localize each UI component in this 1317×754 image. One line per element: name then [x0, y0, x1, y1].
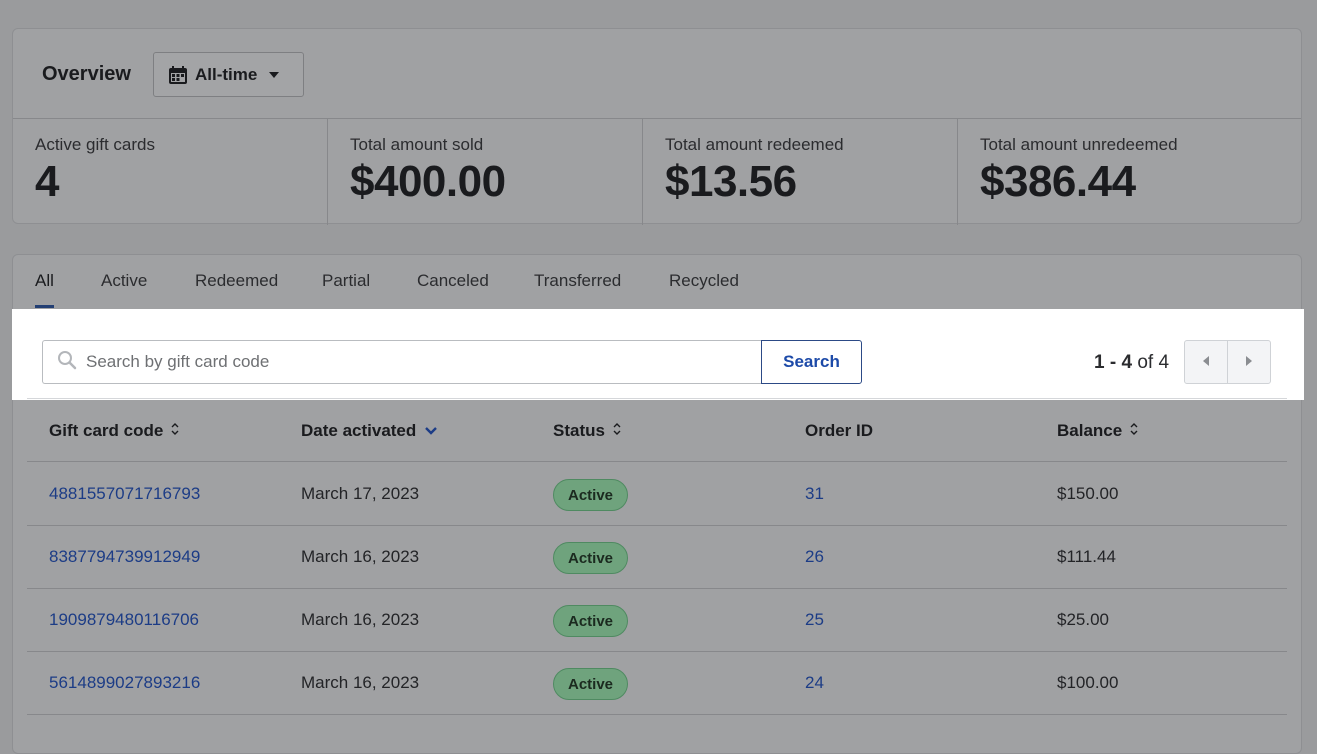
column-order-id: Order ID — [805, 421, 873, 441]
stat-label: Total amount sold — [350, 135, 484, 154]
balance: $100.00 — [1057, 673, 1119, 692]
stat-total-unredeemed: Total amount unredeemed $386.44 — [958, 119, 1273, 225]
overview-title: Overview — [42, 63, 131, 85]
column-label: Balance — [1057, 421, 1123, 440]
table-row: 8387794739912949 March 16, 2023 Active 2… — [27, 526, 1287, 589]
next-page-button[interactable] — [1227, 340, 1271, 384]
overview-card: Overview All-time Active gift cards 4 To… — [12, 28, 1302, 225]
stats-row: Active gift cards 4 Total amount sold $4… — [13, 119, 1301, 225]
tab-active[interactable]: Active — [101, 271, 147, 305]
gift-card-code-link[interactable]: 4881557071716793 — [49, 484, 200, 504]
tab-transferred[interactable]: Transferred — [534, 271, 621, 305]
balance: $25.00 — [1057, 610, 1109, 629]
stat-active-gift-cards: Active gift cards 4 — [13, 119, 328, 225]
tab-recycled[interactable]: Recycled — [669, 271, 739, 305]
gift-card-code-link[interactable]: 1909879480116706 — [49, 610, 199, 630]
previous-page-button[interactable] — [1184, 340, 1228, 384]
tab-canceled[interactable]: Canceled — [417, 271, 489, 305]
date-range-dropdown[interactable]: All-time — [153, 52, 304, 97]
table-row: 4881557071716793 March 17, 2023 Active 3… — [27, 463, 1287, 526]
stat-label: Total amount redeemed — [665, 135, 844, 154]
gift-card-code-link[interactable]: 5614899027893216 — [49, 673, 200, 693]
pagination-total: 4 — [1158, 352, 1170, 373]
divider — [27, 398, 1287, 399]
date-activated: March 16, 2023 — [301, 673, 420, 692]
chevron-right-icon — [1245, 353, 1253, 371]
sort-icon — [613, 421, 621, 441]
sort-icon — [171, 421, 179, 441]
search-field[interactable] — [42, 340, 762, 384]
chevron-down-icon — [424, 421, 438, 441]
date-activated: March 16, 2023 — [301, 547, 420, 566]
column-date-activated[interactable]: Date activated — [301, 421, 438, 441]
date-range-label: All-time — [195, 64, 258, 84]
search-button[interactable]: Search — [761, 340, 862, 384]
chevron-left-icon — [1202, 353, 1210, 371]
date-activated: March 17, 2023 — [301, 484, 420, 503]
order-id-link[interactable]: 24 — [805, 673, 824, 693]
search-icon — [57, 350, 77, 375]
order-id-link[interactable]: 26 — [805, 547, 824, 567]
stat-value: $400.00 — [350, 157, 506, 206]
stat-value: $386.44 — [980, 157, 1136, 206]
column-balance[interactable]: Balance — [1057, 421, 1138, 441]
status-badge: Active — [553, 605, 628, 637]
table-header: Gift card code Date activated Status Ord… — [27, 400, 1287, 462]
column-label: Order ID — [805, 421, 874, 440]
status-badge: Active — [553, 479, 628, 511]
pagination-range: 1 - 4 — [1094, 352, 1133, 373]
sort-icon — [1130, 421, 1138, 441]
column-label: Status — [553, 421, 605, 440]
gift-card-code-link[interactable]: 8387794739912949 — [49, 547, 200, 567]
calendar-icon — [168, 65, 188, 85]
search-input[interactable] — [86, 352, 726, 372]
order-id-link[interactable]: 31 — [805, 484, 824, 504]
tab-all[interactable]: All — [35, 271, 54, 308]
column-label: Date activated — [301, 421, 417, 440]
search-toolbar: Search 1 - 4 of 4 — [12, 309, 1304, 400]
caret-down-icon — [268, 71, 280, 79]
order-id-link[interactable]: 25 — [805, 610, 824, 630]
table-row: 5614899027893216 March 16, 2023 Active 2… — [27, 652, 1287, 715]
overview-header: Overview All-time — [13, 29, 1301, 119]
status-badge: Active — [553, 542, 628, 574]
pagination-of: of — [1137, 352, 1154, 373]
stat-label: Total amount unredeemed — [980, 135, 1178, 154]
status-badge: Active — [553, 668, 628, 700]
stat-value: 4 — [35, 157, 59, 206]
stat-label: Active gift cards — [35, 135, 155, 154]
table-row: 1909879480116706 March 16, 2023 Active 2… — [27, 589, 1287, 652]
balance: $150.00 — [1057, 484, 1119, 503]
status-tabs: All Active Redeemed Partial Canceled Tra… — [13, 255, 1301, 309]
tab-partial[interactable]: Partial — [322, 271, 370, 305]
balance: $111.44 — [1057, 547, 1116, 566]
tab-redeemed[interactable]: Redeemed — [195, 271, 278, 305]
stat-total-sold: Total amount sold $400.00 — [328, 119, 643, 225]
stat-value: $13.56 — [665, 157, 797, 206]
stat-total-redeemed: Total amount redeemed $13.56 — [643, 119, 958, 225]
pagination-summary: 1 - 4 of 4 — [1094, 352, 1169, 374]
date-activated: March 16, 2023 — [301, 610, 420, 629]
column-label: Gift card code — [49, 421, 164, 440]
column-status[interactable]: Status — [553, 421, 621, 441]
column-gift-card-code[interactable]: Gift card code — [49, 421, 179, 441]
